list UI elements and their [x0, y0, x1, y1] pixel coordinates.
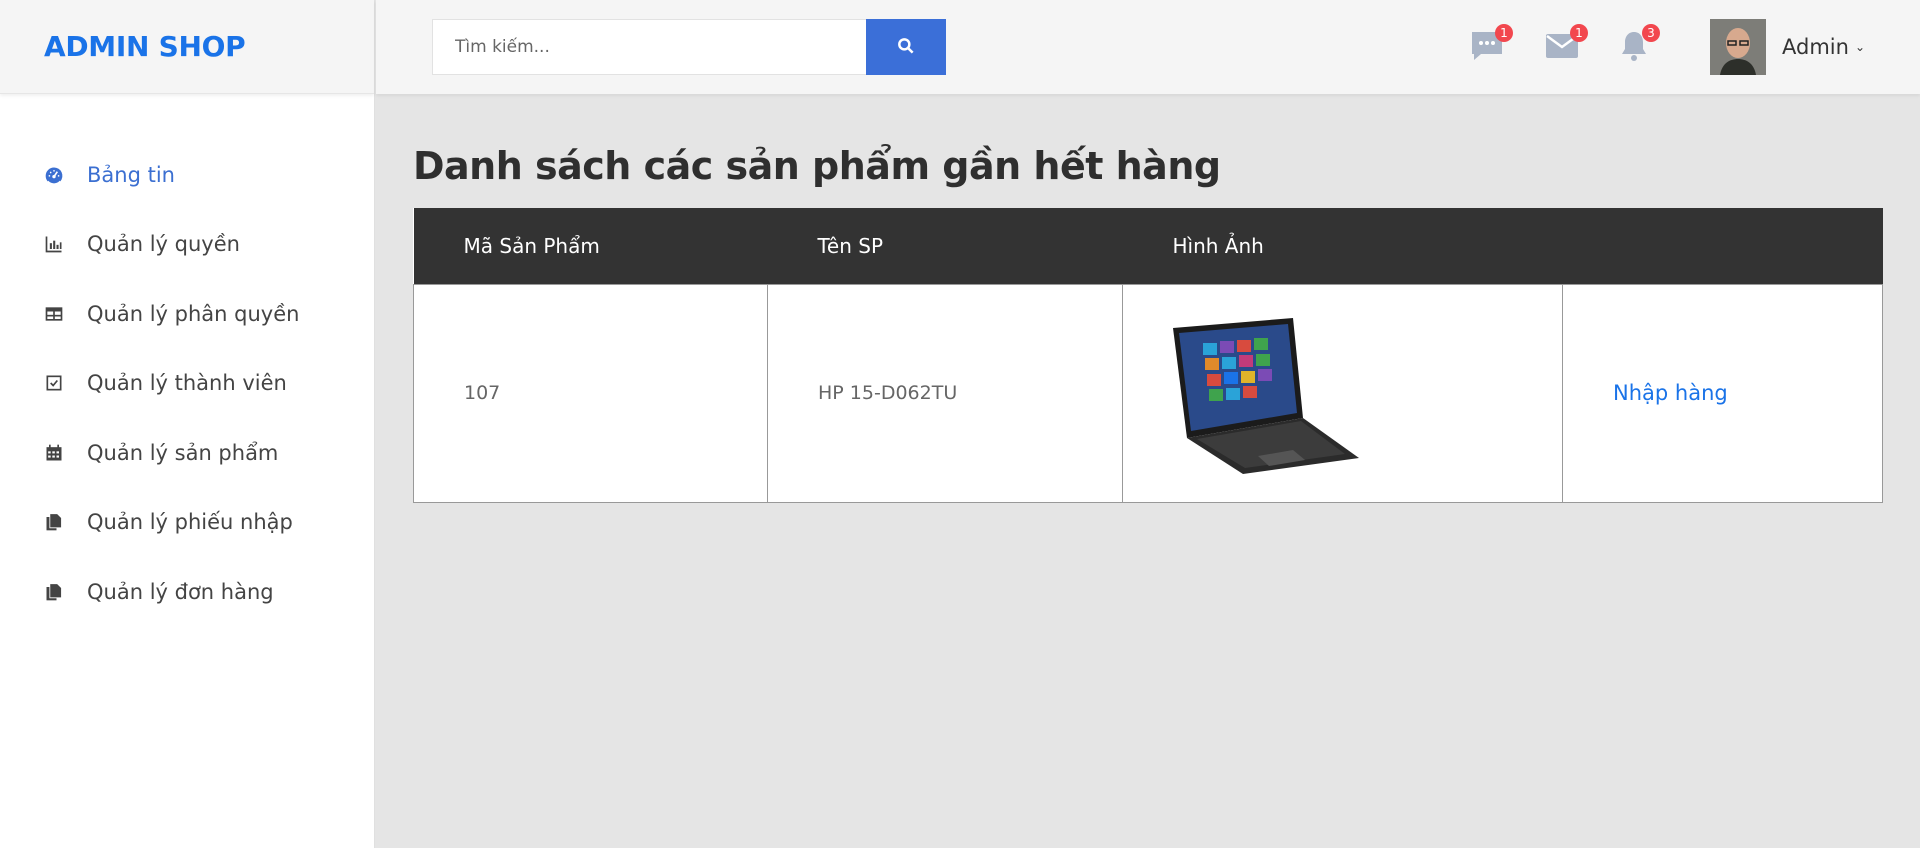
sidebar-item-orders[interactable]: Quản lý đơn hàng: [0, 557, 374, 627]
messages-button[interactable]: 1: [1469, 24, 1513, 64]
search-bar: [432, 19, 946, 75]
search-icon: [896, 36, 916, 59]
sidebar-item-members[interactable]: Quản lý thành viên: [0, 349, 374, 419]
column-header-image: Hình Ảnh: [1172, 233, 1264, 258]
restock-link[interactable]: Nhập hàng: [1613, 381, 1728, 405]
mail-badge: 1: [1570, 24, 1588, 42]
column-header-id: Mã Sản Phẩm: [463, 233, 600, 258]
dashboard-icon: [43, 164, 65, 186]
laptop-image: [1173, 317, 1359, 474]
page-title: Danh sách các sản phẩm gần hết hàng: [413, 144, 1221, 188]
messages-badge: 1: [1495, 24, 1513, 42]
sidebar-item-label: Quản lý thành viên: [87, 371, 287, 396]
table-header-row: Mã Sản Phẩm Tên SP Hình Ảnh: [413, 208, 1883, 284]
copy-icon: [43, 511, 65, 533]
sidebar-item-role-assignment[interactable]: Quản lý phân quyền: [0, 279, 374, 349]
mail-icon: [1544, 34, 1580, 68]
sidebar-item-label: Bảng tin: [87, 162, 175, 187]
table-row: 107 HP 15-D062TU Nhập hàng: [413, 283, 1883, 503]
logo-area: ADMIN SHOP: [0, 0, 374, 94]
sidebar-item-import-receipts[interactable]: Quản lý phiếu nhập: [0, 488, 374, 558]
sidebar-item-label: Quản lý phân quyền: [87, 301, 300, 326]
brand-logo[interactable]: ADMIN SHOP: [44, 30, 246, 63]
mail-button[interactable]: 1: [1544, 24, 1588, 64]
user-menu[interactable]: Admin ⌄: [1710, 19, 1865, 75]
sidebar-item-label: Quản lý đơn hàng: [87, 579, 274, 604]
sidebar-item-label: Quản lý sản phẩm: [87, 440, 279, 465]
search-input[interactable]: [432, 19, 866, 75]
bell-icon: [1616, 32, 1652, 68]
bar-chart-icon: [43, 233, 65, 255]
sidebar-item-permissions[interactable]: Quản lý quyền: [0, 210, 374, 280]
column-header-name: Tên SP: [817, 233, 884, 258]
sidebar-item-dashboard[interactable]: Bảng tin: [0, 140, 374, 210]
avatar: [1710, 19, 1766, 75]
notifications-badge: 3: [1642, 24, 1660, 42]
column-header-action: [1563, 208, 1883, 284]
main-content: Danh sách các sản phẩm gần hết hàng Mã S…: [413, 94, 1883, 503]
chat-icon: [1469, 32, 1505, 68]
top-header: 1 1 3 Admin ⌄: [376, 0, 1920, 94]
product-name-cell: HP 15-D062TU: [767, 283, 1123, 503]
notifications-button[interactable]: 3: [1616, 24, 1660, 64]
sidebar-item-label: Quản lý quyền: [87, 232, 240, 257]
table-icon: [43, 303, 65, 325]
sidebar-item-products[interactable]: Quản lý sản phẩm: [0, 418, 374, 488]
sidebar: ADMIN SHOP Bảng tin Quản lý quyền Quản l…: [0, 0, 375, 848]
checkbox-icon: [43, 372, 65, 394]
calendar-icon: [43, 442, 65, 464]
product-image-cell: [1122, 283, 1563, 503]
chevron-down-icon: ⌄: [1854, 40, 1865, 54]
low-stock-table: Mã Sản Phẩm Tên SP Hình Ảnh 107 HP 15-D0…: [413, 208, 1883, 503]
search-button[interactable]: [866, 19, 946, 75]
copy-icon: [43, 581, 65, 603]
product-action-cell: Nhập hàng: [1562, 283, 1883, 503]
sidebar-item-label: Quản lý phiếu nhập: [87, 510, 293, 535]
sidebar-menu: Bảng tin Quản lý quyền Quản lý phân quyề…: [0, 94, 374, 627]
user-name: Admin: [1782, 35, 1849, 59]
product-id-cell: 107: [413, 283, 768, 503]
